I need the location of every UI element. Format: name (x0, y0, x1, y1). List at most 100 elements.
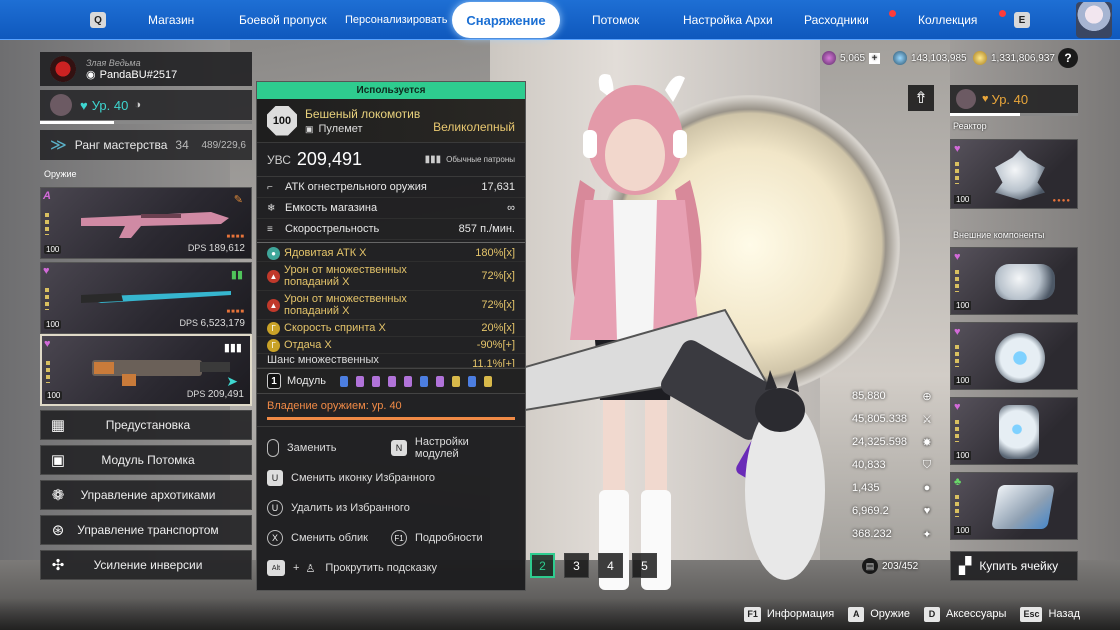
dps-label: DPS (186, 389, 206, 399)
descendant-level-row[interactable]: ♥ Ур. 40 ◑ (40, 90, 252, 120)
module-row[interactable]: 1 Модуль (257, 368, 525, 394)
player-avatar[interactable] (1076, 2, 1112, 38)
currency-kuiper[interactable]: 143,103,985 (893, 50, 967, 66)
remove-favorite-action[interactable]: U Удалить из Избранного (257, 493, 525, 523)
component-slot-3[interactable]: ♥ 100 (950, 397, 1078, 465)
weapon-stars: ■■■■ (226, 309, 245, 315)
substat-label: Шанс множественных (267, 354, 379, 366)
page-4[interactable]: 4 (598, 553, 623, 578)
weapon-level: 100 (45, 391, 63, 400)
nav-prev-key[interactable]: Q (90, 12, 106, 28)
stat-defense: 40,833 ⛉ (852, 456, 934, 474)
add-currency-icon: + (869, 52, 881, 64)
currency-gold[interactable]: 1,331,806,937 (973, 50, 1055, 66)
nav-battle-pass[interactable]: Боевой пропуск (239, 0, 327, 40)
dps-value: 209,491 (207, 389, 244, 400)
reactor-slot[interactable]: ♥ 100 ●●●● (950, 139, 1078, 209)
club-icon: ♣ (954, 476, 962, 488)
component-image (991, 485, 1055, 529)
details-action[interactable]: F1 Подробности (391, 530, 515, 546)
ammo-type: ▮▮▮ Обычные патроны (425, 154, 515, 165)
stat-value: 24,325.598 (852, 436, 908, 448)
key-alt: Alt (267, 560, 285, 576)
stat-value: 857 п./мин. (458, 223, 515, 235)
substat-label: Урон от множественных попаданий X (284, 264, 407, 288)
inversion-boost-button[interactable]: ✣ Усиление инверсии (40, 550, 252, 580)
nav-arche-tuning[interactable]: Настройка Архи (683, 0, 773, 40)
weapon-slot-1[interactable]: A ✎ ■■■■ 100 DPS 189,612 (40, 187, 252, 259)
module-settings-action[interactable]: N Настройки модулей (391, 436, 515, 460)
weapon-slot-3-selected[interactable]: ♥ ▮▮▮ ➤ 100 DPS 209,491 (40, 334, 252, 406)
profile-header[interactable]: Злая Ведьма ◉ PandaBU#2517 (40, 52, 252, 86)
substat-value: 180%[x] (475, 247, 515, 259)
in-use-banner: Используется (257, 82, 525, 99)
scroll-tooltip-label: Прокрутить подсказку (325, 562, 438, 574)
ammo-type-icon: ▮▮ (230, 269, 243, 281)
scroll-tooltip-action[interactable]: Alt + ♙ Прокрутить подсказку (257, 553, 525, 583)
back-hint[interactable]: Назад (1048, 608, 1080, 620)
arche-management-button[interactable]: ❁ Управление архотиками (40, 480, 252, 510)
mastery-rank-row[interactable]: ≫ Ранг мастерства 34 489/229,6 (40, 130, 252, 160)
stat-value: ∞ (507, 202, 515, 214)
descendant-module-button[interactable]: ▣ Модуль Потомка (40, 445, 252, 475)
gold-amount: 1,331,806,937 (991, 52, 1055, 64)
sprint-icon: Г (267, 321, 280, 335)
stat-label: АТК огнестрельного оружия (285, 181, 427, 193)
top-nav: Q Магазин Боевой пропуск Персонализирова… (0, 0, 1120, 40)
currency-caliber[interactable]: 5,065 + (822, 50, 881, 66)
preset-button[interactable]: ▦ Предустановка (40, 410, 252, 440)
substat-row: ▲ Урон от множественных попаданий X 72%[… (257, 262, 525, 291)
right-descendant-level[interactable]: ♥ Ур. 40 (950, 85, 1078, 113)
nav-customize[interactable]: Персонализировать (345, 0, 447, 40)
gun-icon: ⌐ (267, 181, 273, 193)
weapons-label: Оружие (44, 169, 77, 179)
player-title: Злая Ведьма (86, 57, 141, 68)
page-2[interactable]: 2 (530, 553, 555, 578)
nav-descendant[interactable]: Потомок (592, 0, 639, 40)
replace-label: Заменить (287, 442, 337, 454)
page-5[interactable]: 5 (632, 553, 657, 578)
tier-bar (955, 162, 959, 184)
inventory-capacity[interactable]: ▤ 203/452 (862, 558, 918, 574)
component-level: 100 (954, 451, 972, 460)
level-progress-bar (950, 113, 1078, 116)
nav-collection[interactable]: Коллекция (918, 0, 977, 40)
nav-shop[interactable]: Магазин (148, 0, 194, 40)
component-slot-4[interactable]: ♣ 100 (950, 472, 1078, 540)
help-icon[interactable]: ? (1058, 48, 1078, 68)
descendant-module-label: Модуль Потомка (101, 453, 195, 467)
player-name-text: PandaBU#2517 (99, 68, 178, 81)
substat-row: ▲ Урон от множественных попаданий X 72%[… (257, 291, 525, 320)
gold-icon (973, 51, 987, 65)
mastery-text: Владение оружием: ур. 40 (267, 400, 402, 412)
favorite-heart-icon: ♥ (954, 326, 961, 338)
upgrade-arrow-icon[interactable]: ⇮ (908, 85, 934, 111)
dps-label: DPS (179, 318, 198, 328)
vehicle-management-button[interactable]: ⊛ Управление транспортом (40, 515, 252, 545)
inventory-count: 203/452 (882, 560, 919, 572)
replace-action[interactable]: Заменить (267, 439, 391, 457)
nav-equipment-active[interactable]: Снаряжение (452, 2, 560, 38)
page-3[interactable]: 3 (564, 553, 589, 578)
component-slot-2[interactable]: ♥ 100 (950, 322, 1078, 390)
change-skin-action[interactable]: X Сменить облик (267, 530, 391, 546)
grid-icon: ▦ (50, 417, 66, 434)
mastery-label: Ранг мастерства (74, 138, 168, 152)
substat-value: 72%[x] (481, 270, 515, 282)
info-hint[interactable]: Информация (767, 608, 834, 620)
substat-row: Шанс множественных 11.1%[+] (257, 354, 525, 368)
buy-slot-button[interactable]: ▞ Купить ячейку (950, 551, 1078, 581)
change-favorite-label: Сменить иконку Избранного (291, 472, 435, 484)
recoil-icon: Г (267, 338, 280, 352)
change-favorite-icon-action[interactable]: U Сменить иконку Избранного (257, 463, 525, 493)
nav-next-key[interactable]: E (1014, 12, 1030, 28)
component-slot-1[interactable]: ♥ 100 (950, 247, 1078, 315)
nav-consumables[interactable]: Расходники (804, 0, 869, 40)
accessories-hint[interactable]: Аксессуары (946, 608, 1006, 620)
weapon-slot-2[interactable]: ♥ ▮▮ ■■■■ 100 DPS 6,523,179 (40, 262, 252, 334)
bottom-hints: F1 Информация A Оружие D Аксессуары Esc Наза… (0, 598, 1120, 630)
crosshair-icon: ⊕ (922, 390, 932, 403)
weapon-hint[interactable]: Оружие (870, 608, 910, 620)
reactor-label: Реактор (953, 121, 987, 131)
burst-icon: ✸ (922, 436, 932, 449)
